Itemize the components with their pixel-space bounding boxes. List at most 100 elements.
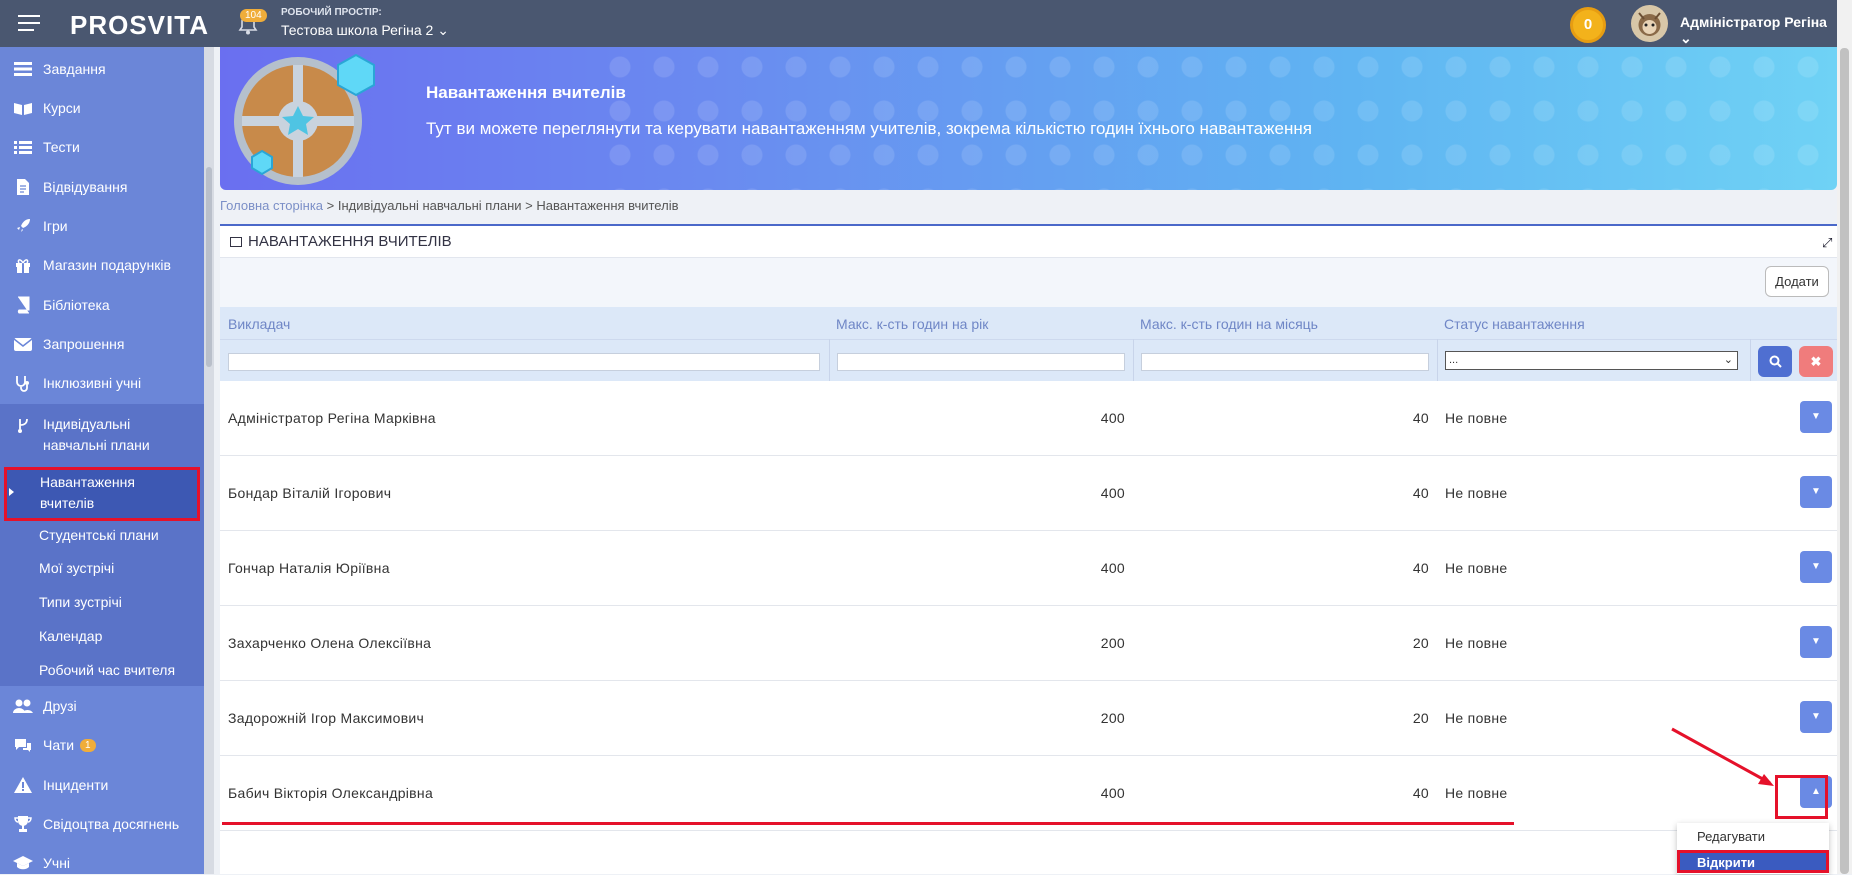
sidebar-item-library[interactable]: Бібліотека: [0, 293, 204, 317]
sidebar-item-certificates[interactable]: Свідоцтва досягнень: [0, 812, 204, 836]
table-row[interactable]: Задорожній Ігор Максимович 200 20 Не пов…: [220, 681, 1837, 756]
teacher-name: Адміністратор Регіна Марківна: [228, 410, 436, 426]
status-filter-value: ...: [1449, 354, 1459, 366]
sidebar-item-label: Інклюзивні учні: [43, 375, 142, 391]
row-actions-button[interactable]: ▼: [1800, 701, 1832, 733]
year-hours: 400: [1100, 785, 1125, 801]
row-actions-menu: Редагувати Відкрити: [1677, 823, 1829, 874]
table-header: Викладач Макс. к-сть годин на рік Макс. …: [220, 307, 1837, 339]
close-icon: ✖: [1810, 354, 1822, 369]
document-icon: [11, 178, 35, 196]
sidebar-item-label: Ігри: [43, 218, 68, 234]
sidebar-item-invitations[interactable]: Запрошення: [0, 332, 204, 356]
sidebar-item-incidents[interactable]: Інциденти: [0, 773, 204, 797]
teacher-filter-input[interactable]: [228, 353, 820, 371]
workload-status: Не повне: [1445, 410, 1508, 426]
sidebar-subitem-meeting-types[interactable]: Типи зустрічі: [0, 594, 204, 610]
column-header-year-hours[interactable]: Макс. к-сть годин на рік: [836, 316, 988, 332]
trophy-icon: [11, 815, 35, 833]
sidebar-item-chats[interactable]: Чати 1: [0, 733, 204, 757]
teacher-name: Гончар Наталія Юріївна: [228, 560, 390, 576]
breadcrumb-rest: > Індивідуальні навчальні плани > Навант…: [323, 198, 679, 213]
sidebar-item-tests[interactable]: Тести: [0, 135, 204, 159]
menu-icon[interactable]: [18, 15, 40, 31]
top-bar: PROSVITA 104 РОБОЧИЙ ПРОСТІР: Тестова шк…: [0, 0, 1837, 47]
month-hours: 20: [1412, 710, 1429, 726]
sidebar-subitem-teacher-hours[interactable]: Робочий час вчителя: [0, 662, 204, 678]
sidebar-item-gift-shop[interactable]: Магазин подарунків: [0, 253, 204, 277]
sidebar-item-label: Тести: [43, 139, 80, 155]
sidebar-item-friends[interactable]: Друзі: [0, 694, 204, 718]
month-hours: 40: [1412, 785, 1429, 801]
teacher-name: Бондар Віталій Ігорович: [228, 485, 392, 501]
year-hours: 400: [1100, 410, 1125, 426]
caret-down-icon: ▼: [1811, 561, 1821, 572]
add-button[interactable]: Додати: [1765, 266, 1829, 297]
expand-icon[interactable]: ⤢: [1822, 235, 1832, 251]
sidebar-item-games[interactable]: Ігри: [0, 214, 204, 238]
sidebar-item-students[interactable]: Учні: [0, 851, 204, 875]
sidebar-item-label: Запрошення: [43, 336, 125, 352]
menu-item-edit[interactable]: Редагувати: [1697, 829, 1765, 844]
year-hours-filter-input[interactable]: [837, 353, 1125, 371]
month-hours-filter-input[interactable]: [1141, 353, 1429, 371]
sidebar-item-courses[interactable]: Курси: [0, 96, 204, 120]
stethoscope-icon: [11, 374, 35, 392]
user-menu[interactable]: Адміністратор Регіна ⌄: [1680, 14, 1837, 47]
tasks-icon: [11, 60, 35, 78]
envelope-icon: [11, 335, 35, 353]
search-button[interactable]: [1758, 346, 1792, 377]
sidebar-subitem-student-plans[interactable]: Студентські плани: [0, 527, 204, 543]
workload-status: Не повне: [1445, 785, 1508, 801]
coin-balance[interactable]: 0: [1570, 7, 1606, 43]
workload-status: Не повне: [1445, 485, 1508, 501]
table-row[interactable]: Адміністратор Регіна Марківна 400 40 Не …: [220, 381, 1837, 456]
status-filter-select[interactable]: ... ⌄: [1445, 351, 1738, 370]
workspace-selector[interactable]: Тестова школа Регіна 2 ⌄: [281, 22, 449, 39]
row-actions-button[interactable]: ▼: [1800, 551, 1832, 583]
column-header-month-hours[interactable]: Макс. к-сть годин на місяць: [1140, 316, 1318, 332]
menu-item-open[interactable]: Відкрити: [1677, 850, 1829, 873]
table-row[interactable]: Бабич Вікторія Олександрівна 400 40 Не п…: [220, 756, 1837, 831]
sidebar-subitem-my-meetings[interactable]: Мої зустрічі: [0, 560, 204, 576]
panel-title: НАВАНТАЖЕННЯ ВЧИТЕЛІВ: [248, 233, 452, 250]
active-marker: [9, 488, 14, 496]
panel-toolbar: [220, 258, 1837, 307]
sidebar-item-tasks[interactable]: Завдання: [0, 57, 204, 81]
logo[interactable]: PROSVITA: [70, 10, 209, 41]
annotation-arrow: [1671, 727, 1774, 786]
sidebar-item-attendance[interactable]: Відвідування: [0, 175, 204, 199]
breadcrumb-home[interactable]: Головна сторінка: [220, 198, 323, 213]
table-row[interactable]: Гончар Наталія Юріївна 400 40 Не повне ▼: [220, 531, 1837, 606]
workload-status: Не повне: [1445, 560, 1508, 576]
warning-icon: [11, 776, 35, 794]
page-title: Навантаження вчителів: [426, 83, 626, 102]
page-scrollbar[interactable]: [1837, 0, 1852, 874]
table-row[interactable]: Бондар Віталій Ігорович 400 40 Не повне …: [220, 456, 1837, 531]
column-header-teacher[interactable]: Викладач: [228, 316, 290, 332]
sidebar-subitem-calendar[interactable]: Календар: [0, 628, 204, 644]
clear-filter-button[interactable]: ✖: [1799, 346, 1833, 377]
avatar[interactable]: [1631, 5, 1668, 42]
sidebar-item-label: Відвідування: [43, 179, 128, 195]
main-content: Навантаження вчителів Тут ви можете пере…: [214, 47, 1837, 874]
month-hours: 40: [1412, 560, 1429, 576]
highlight-frame: [1775, 775, 1828, 819]
notification-badge: 104: [240, 9, 267, 22]
sidebar-item-label: Друзі: [43, 698, 77, 714]
panel-header: НАВАНТАЖЕННЯ ВЧИТЕЛІВ ⤢: [220, 226, 1837, 258]
sidebar-item-teacher-workload[interactable]: Навантаження вчителів: [4, 467, 200, 521]
sidebar-item-inclusive-students[interactable]: Інклюзивні учні: [0, 371, 204, 395]
year-hours: 200: [1100, 710, 1125, 726]
teacher-name: Задорожній Ігор Максимович: [228, 710, 425, 726]
users-icon: [11, 697, 35, 715]
column-header-status[interactable]: Статус навантаження: [1444, 316, 1585, 332]
sidebar-group-individual-plans[interactable]: Індивідуальні навчальні плани: [0, 414, 204, 458]
table-row[interactable]: Захарченко Олена Олексіївна 200 20 Не по…: [220, 606, 1837, 681]
row-actions-button[interactable]: ▼: [1800, 476, 1832, 508]
sidebar-scrollbar[interactable]: [204, 47, 214, 874]
sidebar-item-label: Свідоцтва досягнень: [43, 816, 180, 832]
caret-down-icon: ▼: [1811, 486, 1821, 497]
row-actions-button[interactable]: ▼: [1800, 626, 1832, 658]
row-actions-button[interactable]: ▼: [1800, 401, 1832, 433]
